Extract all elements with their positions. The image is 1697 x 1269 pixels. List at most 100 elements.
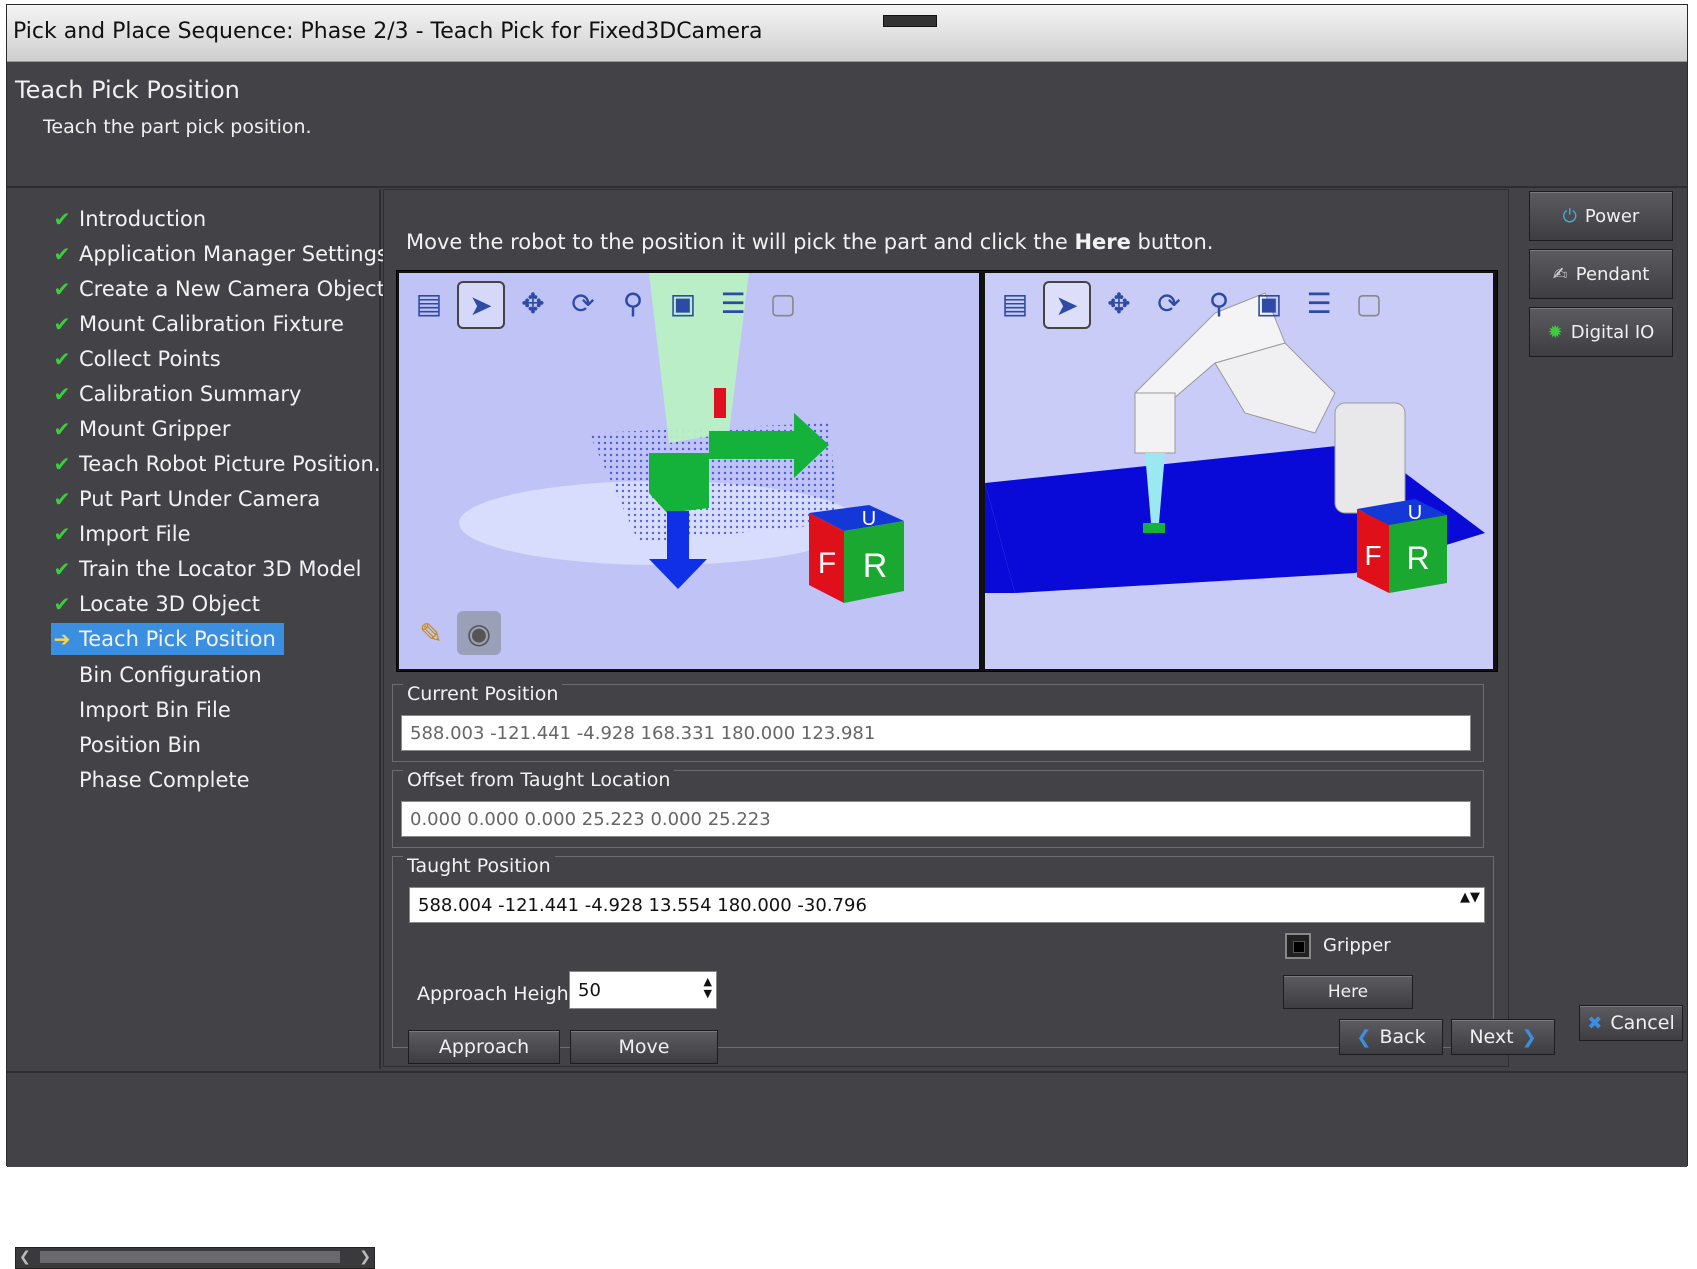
view-cube[interactable]: U F R — [1357, 499, 1447, 593]
step-item[interactable]: ✔ Application Manager Settings — [51, 238, 388, 270]
x-axis-arrow — [709, 431, 799, 459]
back-button[interactable]: ❮ Back — [1339, 1019, 1443, 1055]
drag-handle[interactable] — [883, 15, 937, 27]
current-position-group: Current Position 588.003 -121.441 -4.928… — [392, 683, 1484, 762]
step-label: Put Part Under Camera — [79, 487, 321, 511]
pendant-button[interactable]: ✍ Pendant — [1529, 249, 1673, 299]
rotate-icon[interactable]: ⟳ — [561, 281, 605, 325]
step-item[interactable]: ✔ Create a New Camera Object — [51, 273, 385, 305]
pan-icon[interactable]: ✥ — [511, 281, 555, 325]
window-title: Pick and Place Sequence: Phase 2/3 - Tea… — [13, 19, 763, 44]
cube-view-icon[interactable]: ▣ — [661, 281, 705, 325]
step-item[interactable]: ✔ Put Part Under Camera — [51, 483, 321, 515]
instruction-bold: Here — [1074, 230, 1131, 254]
page-subtitle: Teach the part pick position. — [43, 116, 312, 138]
approach-height-label: Approach Height — [417, 983, 577, 1005]
taught-position-group: Taught Position 588.004 -121.441 -4.928 … — [392, 855, 1494, 1048]
step-item[interactable]: ✔ Mount Calibration Fixture — [51, 308, 344, 340]
approach-height-stepper-icon[interactable]: ▲ ▼ — [704, 976, 712, 1000]
cube-view-icon[interactable]: ▣ — [1247, 281, 1291, 325]
step-label: Application Manager Settings — [79, 242, 388, 266]
zoom-icon[interactable]: ⚲ — [611, 281, 655, 325]
scroll-right-icon[interactable]: ❯ — [359, 1249, 371, 1265]
check-icon: ✔ — [53, 452, 71, 476]
step-item[interactable]: Position Bin — [51, 729, 201, 761]
page-title: Teach Pick Position — [15, 76, 240, 104]
list-icon[interactable]: ☰ — [1297, 281, 1341, 325]
pan-icon[interactable]: ✥ — [1097, 281, 1141, 325]
check-icon: ✔ — [53, 312, 71, 336]
gripper-checkbox[interactable] — [1285, 933, 1311, 959]
left-view-toolbar: ▤ ➤ ✥ ⟳ ⚲ ▣ ☰ ▢ — [407, 281, 805, 329]
taught-position-stepper-icon[interactable]: ▲▼ — [1460, 891, 1480, 904]
instruction-before: Move the robot to the position it will p… — [406, 230, 1075, 254]
red-marker — [714, 388, 726, 418]
step-item[interactable]: Import Bin File — [51, 694, 231, 726]
check-icon: ✔ — [53, 277, 71, 301]
z-axis-arrowhead — [649, 559, 707, 589]
step-item[interactable]: ✔ Import File — [51, 518, 191, 550]
split-view-icon[interactable]: ▤ — [993, 281, 1037, 325]
step-item[interactable]: ✔ Locate 3D Object — [51, 588, 260, 620]
split-view-icon[interactable]: ▤ — [407, 281, 451, 325]
approach-button[interactable]: Approach — [408, 1030, 560, 1064]
horizontal-scrollbar[interactable]: ❮ ❯ — [15, 1247, 375, 1269]
taught-position-field[interactable]: 588.004 -121.441 -4.928 13.554 180.000 -… — [409, 887, 1485, 923]
z-axis-arrow — [667, 511, 689, 563]
offset-group: Offset from Taught Location 0.000 0.000 … — [392, 769, 1484, 848]
current-arrow-icon: ➔ — [53, 627, 71, 651]
step-item[interactable]: ✔ Train the Locator 3D Model — [51, 553, 362, 585]
select-pointer-icon[interactable]: ➤ — [1043, 281, 1091, 329]
list-icon[interactable]: ☰ — [711, 281, 755, 325]
step-item[interactable]: ➔ Teach Pick Position — [51, 623, 284, 655]
step-label: Teach Robot Picture Position. — [79, 452, 381, 476]
step-label: Import Bin File — [79, 698, 231, 722]
power-label: Power — [1584, 205, 1640, 227]
step-label: Bin Configuration — [79, 663, 262, 687]
target-marker — [1143, 523, 1165, 533]
move-button[interactable]: Move — [570, 1030, 718, 1064]
cancel-button[interactable]: ✖ Cancel — [1579, 1005, 1683, 1041]
wireframe-icon[interactable]: ▢ — [1347, 281, 1391, 325]
step-item[interactable]: ✔ Introduction — [51, 203, 207, 235]
digital-io-button[interactable]: ✹ Digital IO — [1529, 307, 1673, 357]
digital-io-icon: ✹ — [1547, 321, 1563, 343]
rotate-icon[interactable]: ⟳ — [1147, 281, 1191, 325]
camera-icon[interactable]: ◉ — [457, 611, 501, 655]
next-button[interactable]: Next ❯ — [1451, 1019, 1555, 1055]
camera-scene: U F R — [459, 273, 904, 603]
step-label: Train the Locator 3D Model — [79, 557, 362, 581]
here-button[interactable]: Here — [1283, 975, 1413, 1009]
step-label: Introduction — [79, 207, 207, 231]
robot-3d-view[interactable]: U F R ▤ ➤ ✥ ⟳ ⚲ ▣ ☰ ▢ — [985, 273, 1493, 669]
step-label: Import File — [79, 522, 191, 546]
zoom-icon[interactable]: ⚲ — [1197, 281, 1241, 325]
cube-top-label: U — [1408, 502, 1422, 524]
check-icon: ✔ — [53, 242, 71, 266]
scrollbar-thumb[interactable] — [40, 1251, 340, 1263]
wireframe-icon[interactable]: ▢ — [761, 281, 805, 325]
check-icon: ✔ — [53, 522, 71, 546]
page-header: Teach Pick Position Teach the part pick … — [7, 62, 1687, 188]
title-bar[interactable]: Pick and Place Sequence: Phase 2/3 - Tea… — [7, 5, 1687, 62]
step-item[interactable]: Phase Complete — [51, 764, 250, 796]
step-item[interactable]: Bin Configuration — [51, 659, 262, 691]
3d-views: U F R ▤ ➤ ✥ ⟳ ⚲ ▣ ☰ ▢ ✎ ◉ U F R ▤ ➤ ✥ ⟳ … — [396, 270, 1498, 672]
instruction-text: Move the robot to the position it will p… — [406, 230, 1213, 254]
edit-pencil-icon[interactable]: ✎ — [409, 611, 453, 655]
wizard-window: Pick and Place Sequence: Phase 2/3 - Tea… — [6, 4, 1688, 1269]
step-item[interactable]: ✔ Teach Robot Picture Position. — [51, 448, 381, 480]
step-item[interactable]: ✔ Collect Points — [51, 343, 221, 375]
scroll-left-icon[interactable]: ❮ — [19, 1249, 31, 1265]
view-cube[interactable]: U F R — [809, 505, 904, 603]
step-label: Collect Points — [79, 347, 221, 371]
step-item[interactable]: ✔ Mount Gripper — [51, 413, 231, 445]
robot-base — [1334, 402, 1406, 514]
step-item[interactable]: ✔ Calibration Summary — [51, 378, 302, 410]
select-pointer-icon[interactable]: ➤ — [457, 281, 505, 329]
right-view-toolbar: ▤ ➤ ✥ ⟳ ⚲ ▣ ☰ ▢ — [993, 281, 1391, 329]
approach-height-input[interactable]: 50 ▲ ▼ — [569, 971, 717, 1009]
power-button[interactable]: ⏻ Power — [1529, 191, 1673, 241]
camera-3d-view[interactable]: U F R ▤ ➤ ✥ ⟳ ⚲ ▣ ☰ ▢ ✎ ◉ — [399, 273, 979, 669]
chevron-right-icon: ❯ — [1521, 1026, 1537, 1048]
